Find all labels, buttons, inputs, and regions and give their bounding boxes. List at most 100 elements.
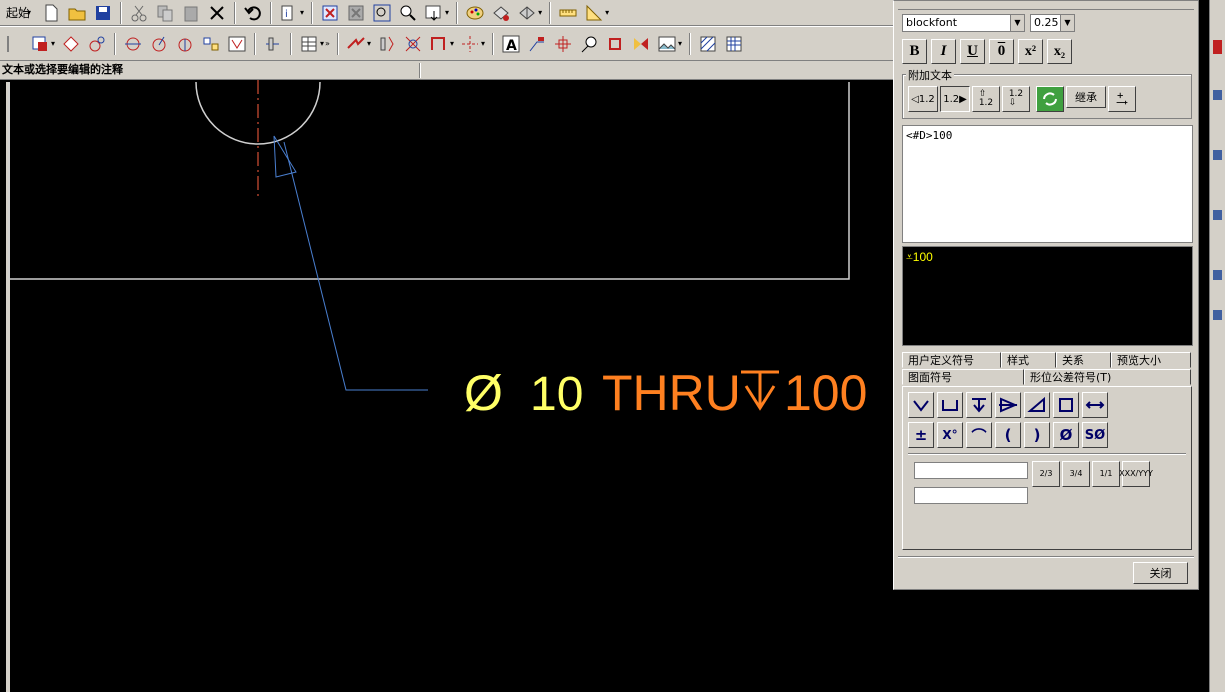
swap-text-icon[interactable] bbox=[1036, 86, 1064, 112]
degree-symbol-button[interactable]: X° bbox=[937, 422, 963, 448]
diameter-symbol-button[interactable]: Ø bbox=[1053, 422, 1079, 448]
insert-text-icon[interactable] bbox=[1108, 86, 1136, 112]
dimension-text-input[interactable]: <#D>100 bbox=[902, 125, 1193, 243]
surface-finish-icon[interactable] bbox=[225, 33, 249, 55]
undo-icon[interactable] bbox=[241, 2, 265, 24]
close-button[interactable]: 关闭 bbox=[1133, 562, 1188, 584]
general-view-icon[interactable] bbox=[59, 33, 83, 55]
triangle-ruler-icon[interactable] bbox=[582, 2, 606, 24]
italic-button[interactable]: I bbox=[931, 39, 956, 64]
break-line-icon[interactable] bbox=[344, 33, 368, 55]
image-icon[interactable] bbox=[655, 33, 679, 55]
counterbore-symbol-button[interactable] bbox=[937, 392, 963, 418]
intersect-icon[interactable] bbox=[401, 33, 425, 55]
above-text-button[interactable]: ⇧ 1.2 bbox=[972, 86, 1000, 112]
hatch-icon[interactable] bbox=[696, 33, 720, 55]
tab-relations[interactable]: 关系 bbox=[1056, 352, 1111, 368]
inherit-button[interactable]: 继承 bbox=[1066, 86, 1106, 108]
new-file-icon[interactable] bbox=[39, 2, 63, 24]
view-manager-icon[interactable] bbox=[489, 2, 513, 24]
suffix-text-button[interactable]: 1.2▶ bbox=[940, 86, 970, 112]
crosshair-icon[interactable] bbox=[551, 33, 575, 55]
ordinate-dimension-icon[interactable] bbox=[173, 33, 197, 55]
plus-minus-symbol-button[interactable]: ± bbox=[908, 422, 934, 448]
taper-symbol-button[interactable] bbox=[995, 392, 1021, 418]
offset-icon[interactable] bbox=[603, 33, 627, 55]
weld-symbol-icon[interactable] bbox=[629, 33, 653, 55]
tab-user-defined-symbols[interactable]: 用户定义符号 bbox=[902, 352, 1001, 368]
numerator-field[interactable] bbox=[914, 462, 1028, 479]
grip-handle-icon[interactable] bbox=[2, 33, 26, 55]
copy-icon[interactable] bbox=[153, 2, 177, 24]
font-select[interactable]: blockfont ▼ bbox=[902, 14, 1025, 32]
toolbar-separator bbox=[549, 1, 552, 24]
bold-button[interactable]: B bbox=[902, 39, 927, 64]
note-text-icon[interactable]: A bbox=[499, 33, 523, 55]
close-paren-button[interactable]: ) bbox=[1024, 422, 1050, 448]
leader-note-icon[interactable] bbox=[525, 33, 549, 55]
toolbar-separator bbox=[234, 1, 237, 24]
reference-dimension-icon[interactable] bbox=[199, 33, 223, 55]
palette-icon[interactable] bbox=[463, 2, 487, 24]
repaint-icon[interactable] bbox=[344, 2, 368, 24]
depth-value-text[interactable]: 100 bbox=[784, 365, 867, 421]
info-icon[interactable]: i bbox=[277, 2, 301, 24]
denominator-field[interactable] bbox=[914, 487, 1028, 504]
zoom-window-icon[interactable] bbox=[370, 2, 394, 24]
orient-icon[interactable] bbox=[515, 2, 539, 24]
delete-icon[interactable] bbox=[205, 2, 229, 24]
start-menu-button[interactable]: 起始 ▾ bbox=[2, 2, 37, 24]
cut-icon[interactable] bbox=[127, 2, 151, 24]
superscript-button[interactable]: x² bbox=[1018, 39, 1043, 64]
arc-symbol-button[interactable]: ⌒ bbox=[966, 422, 992, 448]
underline-button[interactable]: U bbox=[960, 39, 985, 64]
datum-icon[interactable] bbox=[261, 33, 285, 55]
tab-style[interactable]: 样式 bbox=[1001, 352, 1056, 368]
open-paren-button[interactable]: ( bbox=[995, 422, 1021, 448]
table-icon[interactable] bbox=[297, 33, 321, 55]
hole-diameter-symbol[interactable]: Ø bbox=[464, 365, 503, 421]
fraction-2-3-button[interactable]: 2/3 bbox=[1032, 461, 1060, 487]
open-folder-icon[interactable] bbox=[65, 2, 89, 24]
fraction-3-4-button[interactable]: 3/4 bbox=[1062, 461, 1090, 487]
subscript-button[interactable]: x₂ bbox=[1047, 39, 1072, 64]
between-symbol-button[interactable] bbox=[1082, 392, 1108, 418]
below-text-button[interactable]: 1.2 ⇩ bbox=[1002, 86, 1030, 112]
fraction-xxx-yyy-button[interactable]: XXX/YYY bbox=[1119, 461, 1153, 487]
part-outline[interactable] bbox=[8, 82, 850, 280]
toolbar-overflow-icon[interactable]: » bbox=[325, 39, 330, 48]
slope-symbol-button[interactable] bbox=[1024, 392, 1050, 418]
zoom-in-out-icon[interactable] bbox=[396, 2, 420, 24]
balloon-icon[interactable] bbox=[577, 33, 601, 55]
canvas-right-strip bbox=[1199, 0, 1209, 692]
overline-button[interactable]: 0 bbox=[989, 39, 1014, 64]
split-icon[interactable] bbox=[375, 33, 399, 55]
pan-icon[interactable] bbox=[422, 2, 446, 24]
show-annotations-icon[interactable] bbox=[121, 33, 145, 55]
rectangle-break-icon[interactable] bbox=[427, 33, 451, 55]
paste-icon[interactable] bbox=[179, 2, 203, 24]
tab-gdt-symbols[interactable]: 形位公差符号(T) bbox=[1024, 369, 1191, 385]
dimension-new-icon[interactable] bbox=[147, 33, 171, 55]
side-ticks bbox=[1213, 40, 1222, 320]
tab-preview-size[interactable]: 预览大小 bbox=[1111, 352, 1191, 368]
countersink-symbol-button[interactable] bbox=[908, 392, 934, 418]
ruler-icon[interactable] bbox=[556, 2, 580, 24]
detail-view-icon[interactable] bbox=[85, 33, 109, 55]
refit-icon[interactable] bbox=[318, 2, 342, 24]
axis-icon[interactable] bbox=[458, 33, 482, 55]
save-icon[interactable] bbox=[91, 2, 115, 24]
prefix-text-button[interactable]: ◁1.2 bbox=[908, 86, 938, 112]
thru-text[interactable]: THRU bbox=[602, 365, 741, 421]
spherical-diameter-button[interactable]: SØ bbox=[1082, 422, 1108, 448]
grid-table-icon[interactable] bbox=[722, 33, 746, 55]
square-symbol-button[interactable] bbox=[1053, 392, 1079, 418]
hole-size-text[interactable]: 10 bbox=[530, 368, 583, 421]
tab-drawing-symbols[interactable]: 图面符号 bbox=[902, 369, 1024, 385]
depth-symbol-button[interactable] bbox=[966, 392, 992, 418]
fraction-1-1-button[interactable]: 1/1 bbox=[1092, 461, 1120, 487]
sheet-setup-icon[interactable] bbox=[28, 33, 52, 55]
leader-line[interactable] bbox=[283, 141, 428, 391]
toolbar-separator bbox=[270, 1, 273, 24]
text-height-select[interactable]: 0.25 ▼ bbox=[1030, 14, 1075, 32]
